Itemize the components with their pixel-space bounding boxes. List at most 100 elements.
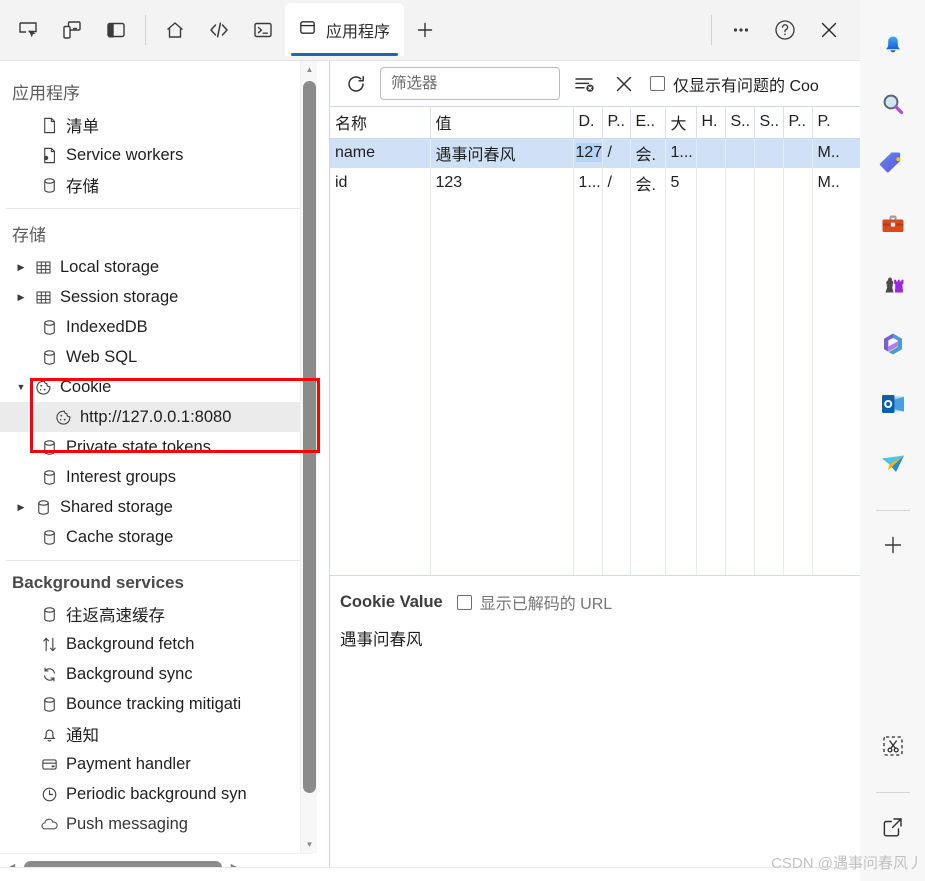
device-emulation-icon[interactable] — [50, 8, 94, 52]
column-header-path[interactable]: P.. — [602, 107, 631, 139]
devtools-body: 应用程序 清单 Service workers 存储 存储 ▶ Local st… — [0, 61, 861, 881]
dock-side-icon[interactable] — [94, 8, 138, 52]
microsoft-365-icon[interactable] — [873, 324, 913, 364]
telegram-send-icon[interactable] — [873, 444, 913, 484]
column-header-expires[interactable]: E.. — [630, 107, 666, 139]
bell-notification-icon — [36, 725, 62, 744]
cell-size: 1... — [665, 138, 697, 168]
sidebar-item-cache-storage[interactable]: Cache storage — [0, 522, 312, 552]
sidebar-vertical-scrollbar[interactable]: ▲ ▼ — [300, 61, 317, 853]
notifications-bell-icon[interactable] — [873, 24, 913, 64]
sidebar-item-indexeddb[interactable]: IndexedDB — [0, 312, 312, 342]
filter-input[interactable] — [389, 73, 551, 94]
arrows-updown-icon — [36, 635, 62, 654]
add-panel-button[interactable] — [404, 9, 446, 51]
sidebar-item-session-storage[interactable]: ▶ Session storage — [0, 282, 312, 312]
sidebar-item-storage[interactable]: 存储 — [0, 170, 312, 200]
checkbox-box[interactable] — [650, 76, 665, 91]
table-row[interactable]: name 遇事问春风 127 / 会. 1... M.. — [330, 138, 861, 168]
sidebar-item-interest-groups[interactable]: Interest groups — [0, 462, 312, 492]
sidebar-item-web-sql[interactable]: Web SQL — [0, 342, 312, 372]
sidebar-item-shared-storage[interactable]: ▶ Shared storage — [0, 492, 312, 522]
cookies-table-header-row: 名称 值 D. P.. E.. 大 H. S.. S.. P.. P. — [330, 107, 861, 139]
sidebar-item-notifications[interactable]: 通知 — [0, 719, 312, 749]
tabstrip-left-group: 应用程序 — [0, 0, 446, 60]
sidebar-item-service-workers[interactable]: Service workers — [0, 140, 312, 170]
cell-name: name — [330, 138, 431, 168]
inspect-element-icon[interactable] — [6, 8, 50, 52]
sidebar-item-manifest[interactable]: 清单 — [0, 110, 312, 140]
sidebar-divider-2 — [6, 560, 306, 561]
devtools-window: 应用程序 应用程序 清单 Service workers 存储 存储 ▶ Loc… — [0, 0, 861, 881]
column-header-domain[interactable]: D. — [573, 107, 603, 139]
scroll-down-arrow-icon[interactable]: ▼ — [301, 836, 318, 853]
sidebar-item-label: Shared storage — [60, 497, 173, 516]
sidebar-item-cookie[interactable]: ▼ Cookie — [0, 372, 312, 402]
cell-value: 遇事问春风 — [430, 138, 574, 168]
column-header-name[interactable]: 名称 — [330, 107, 431, 139]
only-show-problematic-cookies-checkbox[interactable]: 仅显示有问题的 Coo — [650, 72, 819, 96]
checkbox-box[interactable] — [456, 594, 472, 610]
sidebar-item-bounce-tracking[interactable]: Bounce tracking mitigati — [0, 689, 312, 719]
table-empty-row — [330, 198, 861, 228]
sidebar-item-label: Cookie — [60, 377, 112, 396]
cell-path: / — [602, 168, 631, 198]
scroll-up-arrow-icon[interactable]: ▲ — [301, 61, 318, 78]
only-show-problematic-cookies-label: 仅显示有问题的 Coo — [673, 77, 819, 95]
column-header-size[interactable]: 大 — [665, 107, 697, 139]
sidebar-item-background-fetch[interactable]: Background fetch — [0, 629, 312, 659]
sidebar-item-label: Periodic background syn — [66, 784, 247, 803]
cell-name: id — [330, 168, 431, 198]
sidebar-item-periodic-background-sync[interactable]: Periodic background syn — [0, 779, 312, 809]
open-external-icon[interactable] — [873, 807, 913, 847]
column-header-value[interactable]: 值 — [430, 107, 574, 139]
browser-sidebar-rail — [860, 0, 925, 881]
column-header-secure[interactable]: S.. — [725, 107, 755, 139]
sidebar-item-local-storage[interactable]: ▶ Local storage — [0, 252, 312, 282]
sidebar-item-cookie-origin[interactable]: http://127.0.0.1:8080 — [0, 402, 312, 432]
table-grid-icon — [30, 258, 56, 277]
clear-all-cookies-icon[interactable] — [608, 68, 640, 100]
sidebar-item-payment-handler[interactable]: Payment handler — [0, 749, 312, 779]
elements-code-icon[interactable] — [197, 8, 241, 52]
tab-application[interactable]: 应用程序 — [285, 3, 405, 56]
chevron-right-icon[interactable]: ▶ — [12, 502, 30, 513]
chevron-down-icon[interactable]: ▼ — [12, 382, 30, 392]
cell-httponly — [696, 138, 726, 168]
refresh-icon[interactable] — [340, 68, 372, 100]
sidebar-item-label: Background sync — [66, 664, 193, 683]
more-tools-icon[interactable] — [719, 8, 763, 52]
sidebar-item-back-forward-cache[interactable]: 往返高速缓存 — [0, 599, 312, 629]
column-header-priority[interactable]: P. — [812, 107, 861, 139]
sync-refresh-icon — [36, 665, 62, 684]
show-decoded-url-checkbox[interactable]: 显示已解码的 URL — [456, 590, 612, 614]
sidebar-item-private-state-tokens[interactable]: Private state tokens — [0, 432, 312, 462]
column-header-httponly[interactable]: H. — [696, 107, 726, 139]
console-terminal-icon[interactable] — [241, 8, 285, 52]
games-chess-icon[interactable] — [873, 264, 913, 304]
help-icon[interactable] — [763, 8, 807, 52]
screenshot-capture-icon[interactable] — [873, 726, 913, 766]
close-devtools-icon[interactable] — [807, 8, 851, 52]
cookie-value-header: Cookie Value 显示已解码的 URL — [340, 590, 861, 614]
storage-database-icon — [36, 318, 62, 337]
column-header-samesite[interactable]: S.. — [754, 107, 784, 139]
outlook-icon[interactable] — [873, 384, 913, 424]
sidebar-item-push-messaging[interactable]: Push messaging — [0, 809, 312, 839]
search-magnifier-icon[interactable] — [873, 84, 913, 124]
chevron-right-icon[interactable]: ▶ — [12, 292, 30, 303]
clear-filtered-cookies-icon[interactable] — [568, 68, 600, 100]
sidebar-scroll-thumb[interactable] — [303, 81, 316, 793]
filter-input-wrapper[interactable] — [380, 67, 560, 100]
cell-expires: 会. — [630, 168, 666, 198]
chevron-right-icon[interactable]: ▶ — [12, 262, 30, 273]
sidebar-item-background-sync[interactable]: Background sync — [0, 659, 312, 689]
column-header-partitionkey[interactable]: P.. — [783, 107, 813, 139]
shopping-tag-icon[interactable] — [873, 144, 913, 184]
tools-briefcase-icon[interactable] — [873, 204, 913, 244]
sidebar-item-label: Push messaging — [66, 814, 188, 833]
sidebar-section-title-background-services: Background services — [12, 573, 184, 592]
table-row[interactable]: id 123 1... / 会. 5 M.. — [330, 168, 861, 198]
add-sidebar-app-button[interactable] — [873, 525, 913, 565]
welcome-home-icon[interactable] — [153, 8, 197, 52]
